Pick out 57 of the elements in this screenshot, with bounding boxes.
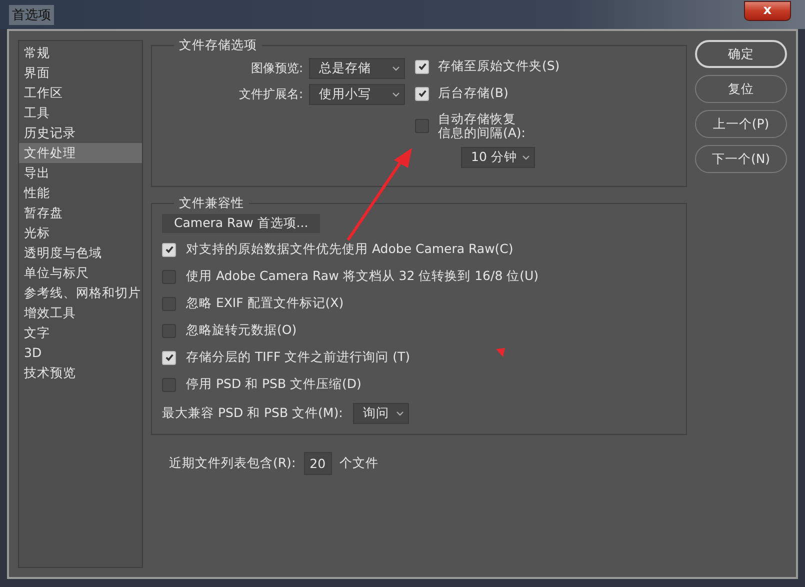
chevron-icon — [392, 92, 400, 97]
sidebar-item[interactable]: 性能 — [19, 183, 142, 203]
window-title: 首选项 — [9, 4, 54, 24]
field-label: 图像预览: — [250, 60, 303, 77]
sidebar-item[interactable]: 文字 — [19, 323, 142, 343]
sidebar-item[interactable]: 工具 — [19, 103, 142, 123]
dialog-button[interactable]: 确定 — [695, 40, 787, 68]
dropdown[interactable]: 询问 — [352, 403, 409, 424]
sidebar-item[interactable]: 技术预览 — [19, 363, 142, 383]
camera-raw-button[interactable]: Camera Raw 首选项... — [162, 214, 320, 233]
checkbox-label: 存储至原始文件夹(S) — [438, 58, 560, 75]
group-title: 文件存储选项 — [178, 37, 258, 54]
checkbox-label: 存储分层的 TIFF 文件之前进行询问 (T) — [186, 349, 410, 366]
sidebar-item[interactable]: 单位与标尺 — [19, 263, 142, 283]
sidebar-item[interactable]: 参考线、网格和切片 — [19, 283, 142, 303]
checkbox-label: 停用 PSD 和 PSB 文件压缩(D) — [186, 376, 362, 393]
number-field[interactable]: 20 — [304, 452, 332, 475]
sidebar-item[interactable]: 暂存盘 — [19, 203, 142, 223]
dropdown[interactable]: 总是存储 — [309, 58, 405, 79]
check-icon — [418, 89, 426, 98]
close-button[interactable]: x — [744, 0, 791, 20]
sidebar-item[interactable]: 常规 — [19, 43, 142, 63]
check-icon — [164, 245, 174, 254]
field-label: 近期文件列表包含(R): — [169, 455, 296, 472]
sidebar-item[interactable]: 文件处理 — [19, 143, 142, 163]
checkbox-label: 自动存储恢复 信息的间隔(A): — [438, 112, 526, 140]
sidebar-item[interactable]: 界面 — [19, 63, 142, 83]
check-icon — [164, 353, 174, 362]
checkbox[interactable] — [162, 242, 176, 256]
field-label: 最大兼容 PSD 和 PSB 文件(M): — [162, 405, 343, 422]
checkbox-label: 忽略 EXIF 配置文件标记(X) — [186, 295, 344, 312]
sidebar-item[interactable]: 光标 — [19, 223, 142, 243]
sidebar-item[interactable]: 3D — [19, 343, 142, 363]
interval-dropdown[interactable]: 10 分钟 — [461, 147, 535, 168]
dropdown[interactable]: 使用小写 — [309, 84, 405, 105]
chevron-icon — [522, 155, 530, 160]
sidebar-item[interactable]: 增效工具 — [19, 303, 142, 323]
field-label: 文件扩展名: — [238, 86, 303, 103]
chevron-icon — [396, 411, 404, 416]
checkbox[interactable] — [162, 350, 176, 364]
group-title: 文件兼容性 — [178, 195, 245, 212]
checkbox-label: 后台存储(B) — [438, 85, 508, 102]
dialog-button[interactable]: 上一个(P) — [695, 110, 787, 138]
checkbox-label: 使用 Adobe Camera Raw 将文档从 32 位转换到 16/8 位(U) — [186, 268, 539, 285]
sidebar-item[interactable]: 历史记录 — [19, 123, 142, 143]
unit-label: 个文件 — [340, 455, 379, 472]
checkbox[interactable] — [415, 86, 429, 100]
sidebar-item[interactable]: 工作区 — [19, 83, 142, 103]
checkbox-label: 对支持的原始数据文件优先使用 Adobe Camera Raw(C) — [186, 241, 514, 258]
sidebar-item[interactable]: 导出 — [19, 163, 142, 183]
chevron-icon — [392, 66, 400, 71]
sidebar-item[interactable]: 透明度与色域 — [19, 243, 142, 263]
check-icon — [418, 62, 426, 71]
dialog-button[interactable]: 复位 — [695, 75, 787, 103]
checkbox[interactable] — [415, 60, 429, 74]
checkbox-label: 忽略旋转元数据(O) — [186, 322, 297, 339]
dialog-button[interactable]: 下一个(N) — [695, 145, 787, 173]
